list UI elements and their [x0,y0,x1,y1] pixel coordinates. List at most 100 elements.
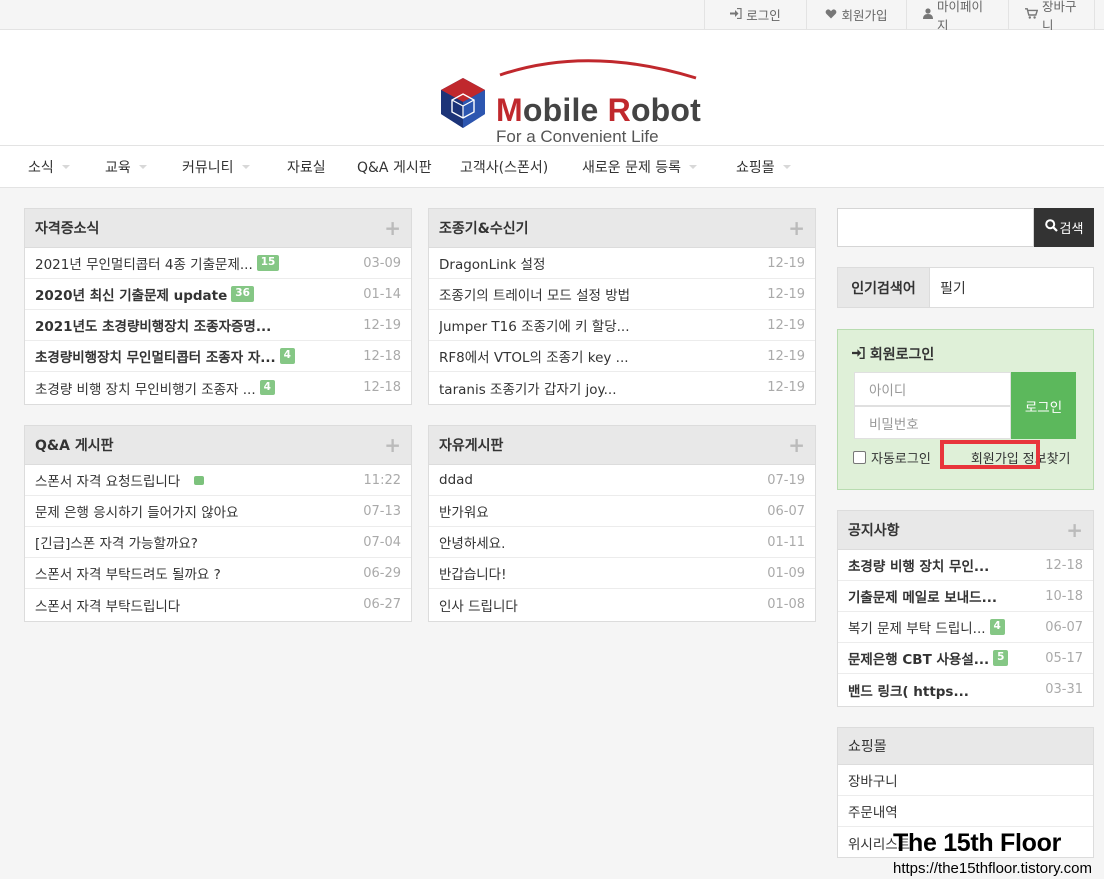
search-input[interactable] [837,208,1034,247]
top-utility-bar: 로그인 회원가입 마이페이지 장바구니 [0,0,1104,33]
list-item[interactable]: 안녕하세요. 01-11 [429,527,815,558]
login-title: 회원로그인 [852,344,934,364]
logo-wordmark: Mobile Robot [496,92,702,128]
login-button[interactable]: 로그인 [1011,372,1076,439]
sign-in-icon [852,346,870,363]
panel-header: 자유게시판 + [429,426,815,465]
comment-count-badge: 15 [256,255,280,271]
list-item[interactable]: 인사 드립니다 01-08 [429,589,815,620]
password-field[interactable]: 비밀번호 [854,406,1011,439]
site-logo[interactable]: Mobile Robot For a Convenient Life [438,50,708,145]
search-button-label: 검색 [1059,222,1084,237]
list-item[interactable]: 초경량 비행 장치 무인비행기 조종자 ... 4 12-18 [25,372,411,403]
highlight-box [940,440,1040,469]
heart-icon [825,8,837,22]
nav-item-archive[interactable]: 자료실 [287,146,326,187]
plus-icon[interactable]: + [788,218,805,238]
main-nav: 소식 교육 커뮤니티 자료실 Q&A 게시판 고객사(스폰서) 새로운 문제 등… [0,146,1104,188]
chevron-down-icon [61,164,70,169]
popular-keyword-link[interactable]: 필기 [930,268,966,307]
top-mypage-link[interactable]: 마이페이지 [907,0,1009,33]
list-item[interactable]: taranis 조종기가 갑자기 joy... 12-19 [429,372,815,403]
panel-title[interactable]: Q&A 게시판 [35,435,113,455]
nav-item-news[interactable]: 소식 [28,146,70,187]
top-signup-link[interactable]: 회원가입 [807,0,907,29]
nav-item-shop[interactable]: 쇼핑몰 [736,146,791,187]
panel-news: 자격증소식 + 2021년 무인멀티콥터 4종 기출문제... 15 03-09 2… [24,208,412,405]
nav-item-qna[interactable]: Q&A 게시판 [357,146,432,187]
panel-header: 자격증소식 + [25,209,411,248]
search-button[interactable]: 검색 [1034,208,1094,247]
comment-icon [194,475,205,485]
list-item[interactable]: 복기 문제 부탁 드립니... 4 06-07 [838,612,1093,643]
list-item[interactable]: 2021년 무인멀티콥터 4종 기출문제... 15 03-09 [25,248,411,279]
top-cart-link[interactable]: 장바구니 [1009,0,1095,33]
top-mypage-label: 마이페이지 [937,0,984,33]
panel-title[interactable]: 자격증소식 [35,218,99,238]
list-item[interactable]: ddad 07-19 [429,465,815,496]
list-item[interactable]: DragonLink 설정 12-19 [429,248,815,279]
chevron-down-icon [241,164,250,169]
user-id-field[interactable]: 아이디 [854,372,1011,406]
panel-qna: Q&A 게시판 + 스폰서 자격 요청드립니다 11:22 문제 은행 응시하기 … [24,425,412,622]
panel-title[interactable]: 조종기&수신기 [439,218,529,238]
list-item[interactable]: 초경량비행장치 무인멀티콥터 조종자 자... 4 12-18 [25,341,411,372]
chevron-down-icon [138,164,147,169]
panel-header: 쇼핑몰 [838,728,1093,765]
list-item[interactable]: 스폰서 자격 부탁드립니다 06-27 [25,589,411,620]
panel-title[interactable]: 자유게시판 [439,435,503,455]
panel-title: 쇼핑몰 [848,739,887,755]
plus-icon[interactable]: + [384,218,401,238]
panel-notice: 공지사항 + 초경량 비행 장치 무인... 12-18 기출문제 메일로 보내드… [837,510,1094,707]
popular-keywords: 인기검색어 필기 [837,267,1094,308]
cart-icon [1025,7,1039,22]
top-links: 로그인 회원가입 마이페이지 장바구니 [704,0,1095,33]
list-item[interactable]: 반가워요 06-07 [429,496,815,527]
list-item[interactable]: 스폰서 자격 부탁드려도 될까요 ? 06-29 [25,558,411,589]
comment-count-badge: 5 [993,650,1009,666]
comment-count-badge: 4 [259,379,275,396]
top-login-link[interactable]: 로그인 [705,0,807,29]
list-item[interactable]: Jumper T16 조종기에 키 할당... 12-19 [429,310,815,341]
list-item[interactable]: 초경량 비행 장치 무인... 12-18 [838,550,1093,581]
user-icon [923,7,933,22]
list-item[interactable]: 문제은행 CBT 사용설... 5 05-17 [838,643,1093,674]
list-item[interactable]: RF8에서 VTOL의 조종기 key ... 12-19 [429,341,815,372]
sign-in-icon [730,7,742,22]
comment-count-badge: 4 [279,348,295,364]
shop-link-orders[interactable]: 주문내역 [838,796,1093,827]
nav-item-community[interactable]: 커뮤니티 [182,146,250,187]
auto-login-checkbox[interactable] [853,451,866,464]
popular-keywords-label: 인기검색어 [838,268,930,307]
panel-title[interactable]: 공지사항 [848,520,900,540]
nav-item-education[interactable]: 교육 [105,146,147,187]
list-item[interactable]: 조종기의 트레이너 모드 설정 방법 12-19 [429,279,815,310]
auto-login-label[interactable]: 자동로그인 [871,448,931,467]
plus-icon[interactable]: + [788,435,805,455]
list-item[interactable]: 문제 은행 응시하기 들어가지 않아요 07-13 [25,496,411,527]
plus-icon[interactable]: + [384,435,401,455]
watermark-title: The 15th Floor [893,829,1062,857]
list-item[interactable]: 반갑습니다! 01-09 [429,558,815,589]
comment-count-badge: 36 [231,286,254,302]
list-item[interactable]: 밴드 링크( https... 03-31 [838,674,1093,705]
site-header: Mobile Robot For a Convenient Life [0,30,1104,146]
shop-link-cart[interactable]: 장바구니 [838,765,1093,796]
comment-count-badge: 4 [989,619,1005,635]
panel-header: Q&A 게시판 + [25,426,411,465]
search-icon [1044,219,1058,236]
nav-item-sponsors[interactable]: 고객사(스폰서) [460,146,548,187]
list-item[interactable]: 스폰서 자격 요청드립니다 11:22 [25,465,411,496]
panel-free-board: 자유게시판 + ddad 07-19 반가워요 06-07 안녕하세요. 01-11 … [428,425,816,622]
list-item[interactable]: [긴급]스폰 자격 가능할까요? 07-04 [25,527,411,558]
list-item[interactable]: 2020년 최신 기출문제 update 36 01-14 [25,279,411,310]
top-cart-label: 장바구니 [1042,0,1077,33]
list-item[interactable]: 2021년도 초경량비행장치 조종자증명... 12-19 [25,310,411,341]
logo-tagline: For a Convenient Life [496,127,659,146]
list-item[interactable]: 기출문제 메일로 보내드... 10-18 [838,581,1093,612]
watermark-url: https://the15thfloor.tistory.com [893,860,1092,877]
panel-header: 조종기&수신기 + [429,209,815,248]
panel-header: 공지사항 + [838,511,1093,550]
plus-icon[interactable]: + [1066,520,1083,540]
nav-item-new-problem[interactable]: 새로운 문제 등록 [582,146,698,187]
